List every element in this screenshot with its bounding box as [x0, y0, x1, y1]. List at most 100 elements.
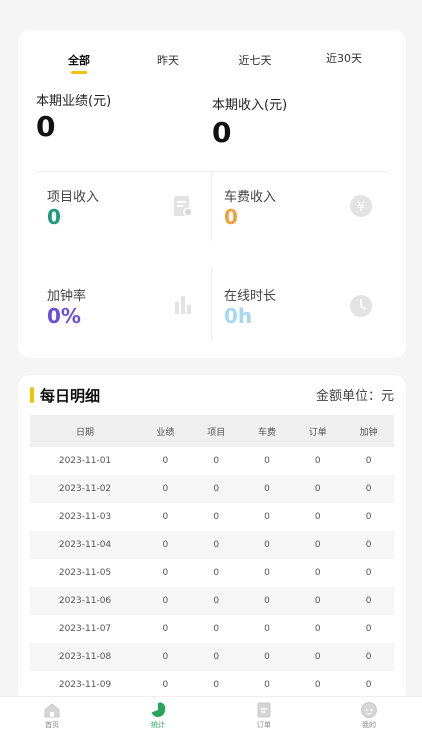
cell-performance: 0	[162, 624, 169, 634]
tab-yesterday[interactable]: 昨天	[138, 52, 198, 68]
summary-card: 全部 昨天 近七天 近30天 本期业绩(元) 0 本期收入(元) 0 项目收入 …	[18, 30, 406, 358]
column-header-date: 日期	[75, 427, 94, 438]
cell-orders: 0	[314, 456, 321, 466]
tab-last-7-days[interactable]: 近七天	[225, 52, 285, 68]
cell-orders: 0	[314, 568, 321, 578]
period-tabs: 全部 昨天 近七天 近30天	[18, 52, 406, 76]
cell-orders: 0	[314, 512, 321, 522]
performance-value: 0	[36, 110, 56, 143]
cell-orders: 0	[314, 652, 321, 662]
daily-detail-title: 每日明细	[40, 387, 101, 405]
nav-item-home[interactable]: 首页	[22, 701, 82, 730]
tab-yesterday-label: 昨天	[157, 54, 179, 67]
cell-performance: 0	[162, 540, 169, 550]
project-income-value: 0	[47, 205, 61, 229]
cell-performance: 0	[162, 652, 169, 662]
cell-project: 0	[213, 624, 220, 634]
cell-performance: 0	[162, 596, 169, 606]
tab-all-label: 全部	[68, 54, 90, 67]
summary-divider	[36, 171, 388, 172]
cell-orders: 0	[314, 540, 321, 550]
nav-item-profile[interactable]: 我的	[339, 701, 399, 730]
project-income-label: 项目收入	[47, 190, 100, 205]
bottom-nav-bar: 首页 统计 订单 我的	[0, 696, 422, 750]
metrics-divider-bottom	[211, 268, 212, 340]
profile-icon	[361, 702, 377, 718]
cell-date: 2023-11-07	[58, 624, 112, 634]
cell-date: 2023-11-06	[58, 596, 112, 606]
cell-overtime: 0	[365, 512, 372, 522]
yen-coin-icon: ¥	[350, 195, 372, 217]
table-row: 2023-11-03 0 0 0 0 0	[30, 503, 394, 531]
table-row: 2023-11-08 0 0 0 0 0	[30, 643, 394, 671]
cell-project: 0	[213, 568, 220, 578]
daily-detail-card: 每日明细 金额单位：元 日期 业绩 项目 车费 订单 加钟 2023-11-01…	[18, 375, 406, 705]
column-header-orders: 订单	[308, 427, 327, 438]
table-row: 2023-11-09 0 0 0 0 0	[30, 671, 394, 699]
income-value: 0	[212, 116, 232, 149]
pie-chart-icon	[151, 702, 166, 717]
cell-project: 0	[213, 456, 220, 466]
table-row: 2023-11-01 0 0 0 0 0	[30, 447, 394, 475]
column-header-project: 项目	[207, 427, 226, 438]
overtime-rate-value: 0%	[47, 304, 81, 328]
overtime-rate-label: 加钟率	[47, 289, 87, 304]
nav-item-orders[interactable]: 订单	[234, 701, 294, 730]
svg-text:¥: ¥	[357, 200, 365, 215]
table-row: 2023-11-07 0 0 0 0 0	[30, 615, 394, 643]
cell-fare: 0	[264, 512, 270, 522]
cell-fare: 0	[264, 596, 270, 606]
cell-overtime: 0	[365, 484, 372, 494]
cell-orders: 0	[314, 484, 321, 494]
cell-overtime: 0	[365, 456, 372, 466]
cell-fare: 0	[264, 652, 270, 662]
cell-orders: 0	[314, 624, 321, 634]
cell-overtime: 0	[365, 624, 372, 634]
order-icon	[257, 702, 271, 718]
column-header-overtime: 加钟	[359, 427, 378, 438]
tab-last-7-days-label: 近七天	[238, 54, 272, 67]
cell-overtime: 0	[365, 596, 372, 606]
section-accent-bar	[30, 387, 34, 403]
cell-project: 0	[213, 596, 220, 606]
performance-label: 本期业绩(元)	[36, 94, 112, 109]
cell-performance: 0	[162, 680, 169, 690]
nav-item-statistics[interactable]: 统计	[128, 701, 188, 730]
cell-performance: 0	[162, 456, 169, 466]
cell-project: 0	[213, 512, 220, 522]
nav-statistics-label: 统计	[151, 721, 165, 729]
nav-orders-label: 订单	[257, 721, 271, 729]
cell-orders: 0	[314, 596, 321, 606]
column-header-fare: 车费	[257, 427, 276, 438]
cell-date: 2023-11-01	[58, 456, 112, 466]
cell-fare: 0	[264, 568, 270, 578]
tab-last-30-days[interactable]: 近30天	[314, 50, 374, 66]
clock-icon	[350, 295, 372, 317]
home-icon	[44, 703, 60, 718]
bar-chart-icon	[175, 296, 191, 314]
cell-date: 2023-11-05	[58, 568, 112, 578]
column-header-performance: 业绩	[156, 427, 175, 438]
cell-project: 0	[213, 680, 220, 690]
cell-date: 2023-11-03	[58, 512, 112, 522]
cell-overtime: 0	[365, 652, 372, 662]
cell-performance: 0	[162, 512, 169, 522]
document-icon	[174, 196, 193, 217]
cell-project: 0	[213, 540, 220, 550]
table-row: 2023-11-05 0 0 0 0 0	[30, 559, 394, 587]
fare-income-label: 车费收入	[224, 190, 277, 205]
fare-income-value: 0	[224, 205, 238, 229]
cell-fare: 0	[264, 540, 270, 550]
cell-date: 2023-11-02	[58, 484, 112, 494]
cell-fare: 0	[264, 456, 270, 466]
table-row: 2023-11-06 0 0 0 0 0	[30, 587, 394, 615]
online-duration-label: 在线时长	[224, 289, 277, 304]
nav-home-label: 首页	[45, 721, 59, 729]
tab-last-30-days-label: 近30天	[326, 52, 362, 65]
income-label: 本期收入(元)	[212, 98, 288, 113]
cell-date: 2023-11-09	[58, 680, 112, 690]
tab-all[interactable]: 全部	[49, 52, 109, 74]
cell-project: 0	[213, 652, 220, 662]
table-row: 2023-11-04 0 0 0 0 0	[30, 531, 394, 559]
cell-overtime: 0	[365, 540, 372, 550]
